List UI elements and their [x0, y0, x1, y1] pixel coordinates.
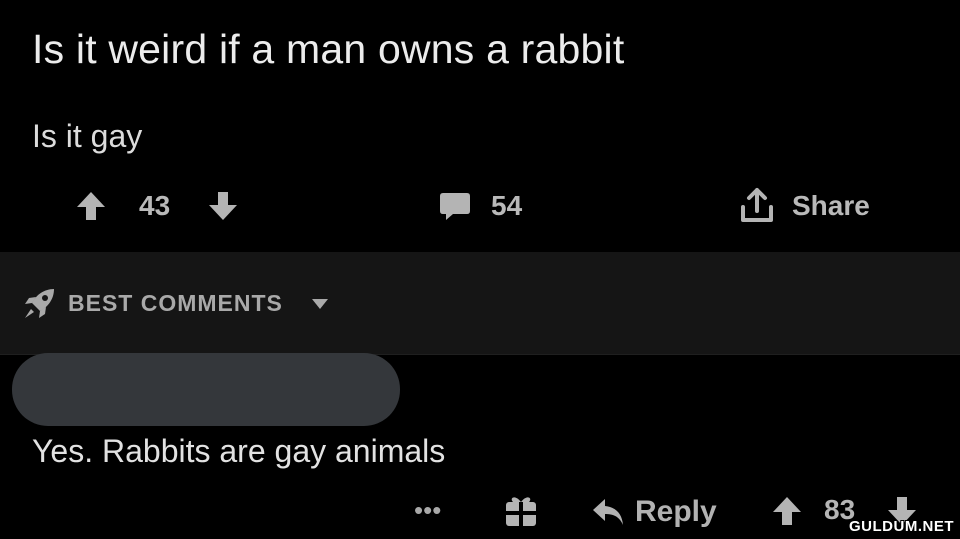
share-icon [741, 188, 773, 222]
downvote-icon [209, 192, 237, 220]
gift-icon[interactable] [503, 492, 539, 528]
sort-dropdown[interactable]: BEST COMMENTS [68, 290, 283, 317]
post-body: Is it gay [32, 118, 143, 154]
comment-count: 54 [491, 190, 523, 221]
share-button[interactable] [738, 186, 776, 226]
downvote-button[interactable] [206, 188, 240, 224]
comment-icon [440, 193, 470, 220]
post-vote-count: 43 [139, 190, 171, 221]
caret-down-icon[interactable] [310, 297, 330, 311]
watermark: GULDUM.NET [849, 518, 954, 535]
share-label[interactable]: Share [792, 188, 870, 224]
rocket-icon [25, 289, 54, 318]
reply-label: Reply [635, 495, 717, 528]
more-options-button[interactable]: ••• [414, 497, 444, 523]
post-title: Is it weird if a man owns a rabbit [32, 26, 625, 72]
upvote-button[interactable] [74, 188, 108, 224]
comment-upvote-icon[interactable] [770, 494, 804, 528]
reply-icon [593, 499, 623, 525]
reply-button[interactable]: Reply [591, 494, 717, 530]
comments-button[interactable] [438, 188, 472, 224]
comment-text: Yes. Rabbits are gay animals [32, 433, 446, 469]
upvote-icon [77, 192, 105, 220]
redacted-username [12, 353, 400, 426]
